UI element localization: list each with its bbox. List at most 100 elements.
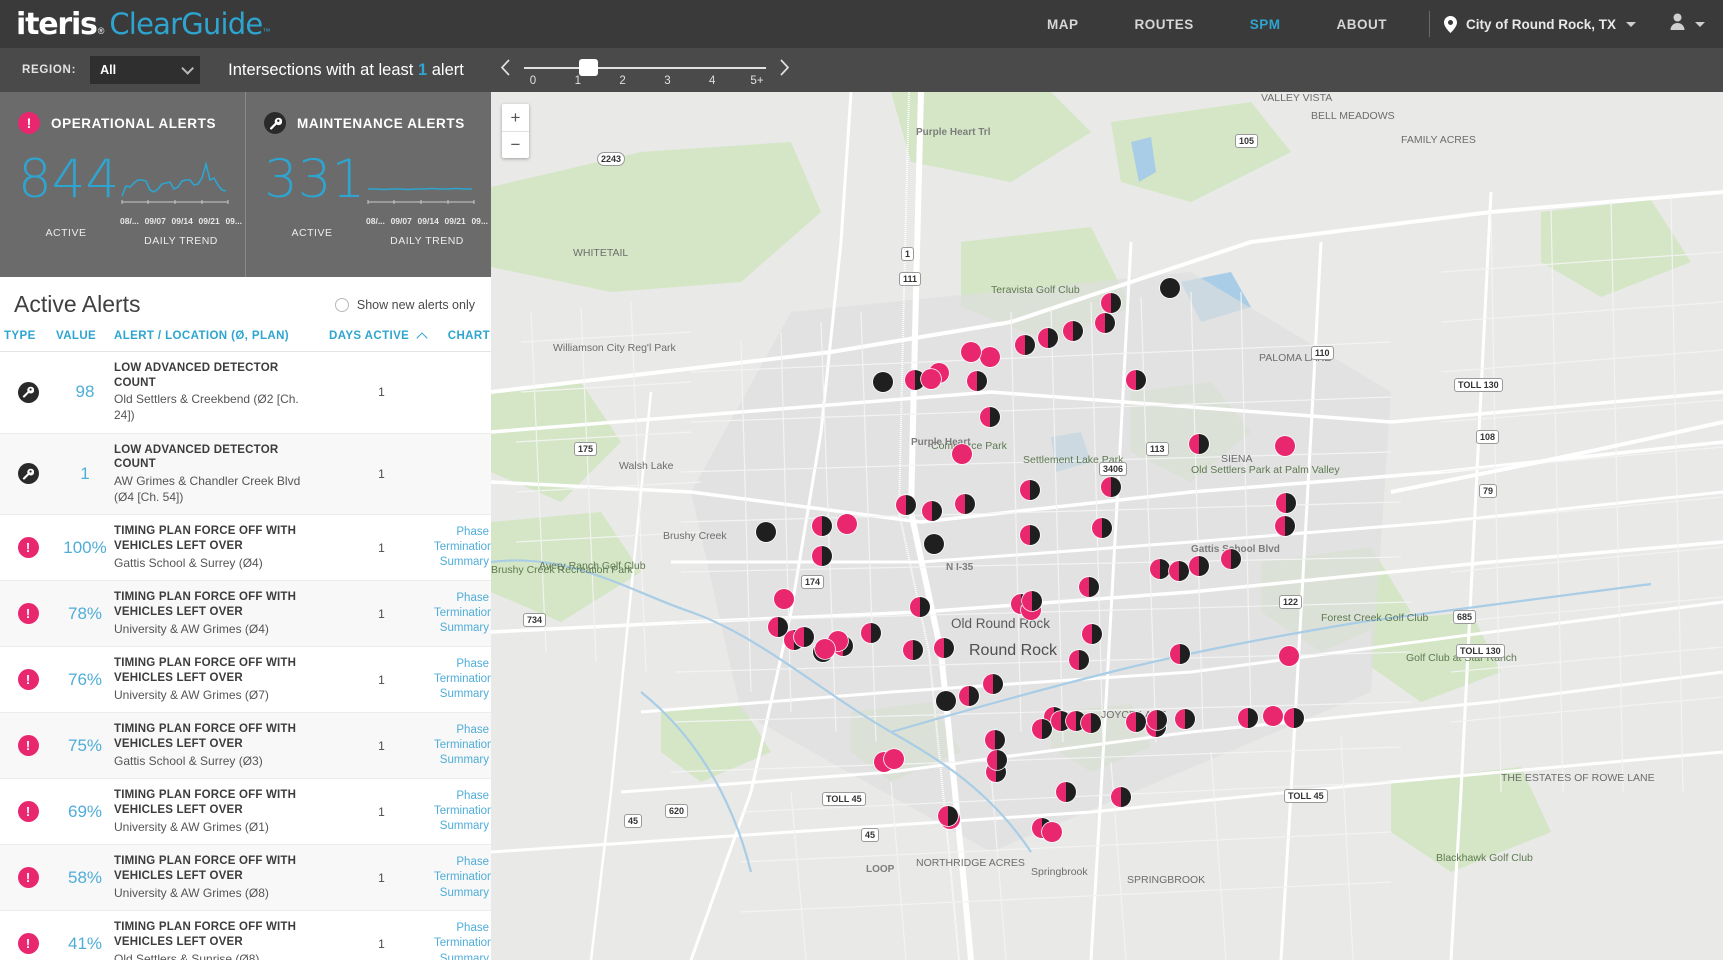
brand-logo[interactable]: iteris ® ClearGuide ™ bbox=[0, 7, 270, 42]
map-alert-marker-half[interactable] bbox=[902, 639, 924, 666]
map-alert-marker-pink[interactable] bbox=[836, 513, 858, 540]
slider-track[interactable]: 0 1 2 3 4 5+ bbox=[516, 48, 774, 92]
map-alert-marker-black[interactable] bbox=[935, 690, 957, 717]
map-alert-marker-half[interactable] bbox=[958, 685, 980, 712]
alert-chart-link[interactable]: Phase Termination Summary bbox=[434, 591, 491, 637]
map-alert-marker-half[interactable] bbox=[1237, 707, 1259, 734]
map-alert-marker-half[interactable] bbox=[1188, 555, 1210, 582]
show-new-alerts-toggle[interactable]: Show new alerts only bbox=[334, 297, 475, 312]
table-row[interactable]: ! 69% TIMING PLAN FORCE OFF WITH VEHICLES … bbox=[0, 779, 491, 846]
table-row[interactable]: ! 76% TIMING PLAN FORCE OFF WITH VEHICLES … bbox=[0, 647, 491, 714]
column-header-days-active[interactable]: DAYS ACTIVE bbox=[329, 330, 434, 344]
slider-tick-2[interactable]: 2 bbox=[611, 75, 635, 87]
map-alert-marker-half[interactable] bbox=[1014, 334, 1036, 361]
table-row[interactable]: 98 LOW ADVANCED DETECTOR COUNT Old Settler… bbox=[0, 352, 491, 434]
nav-link-spm[interactable]: SPM bbox=[1222, 17, 1309, 32]
alert-chart-link[interactable]: Phase Termination Summary bbox=[434, 723, 491, 769]
map-alert-marker-pink[interactable] bbox=[951, 443, 973, 470]
map-alert-marker-pink[interactable] bbox=[883, 748, 905, 775]
kpi-maintenance-alerts[interactable]: MAINTENANCE ALERTS 331 ACTIVE 08/... 09/… bbox=[245, 92, 491, 277]
map-alert-marker-half[interactable] bbox=[860, 622, 882, 649]
map-alert-marker-half[interactable] bbox=[982, 673, 1004, 700]
map-alert-marker-pink[interactable] bbox=[960, 341, 982, 368]
map-alert-marker-black[interactable] bbox=[755, 521, 777, 548]
nav-link-routes[interactable]: ROUTES bbox=[1106, 17, 1221, 32]
map-alert-marker-half[interactable] bbox=[1220, 548, 1242, 575]
alert-chart-link[interactable]: Phase Termination Summary bbox=[434, 921, 491, 960]
map-alert-marker-half[interactable] bbox=[1125, 369, 1147, 396]
map-alert-marker-half[interactable] bbox=[1019, 479, 1041, 506]
map-alert-marker-black[interactable] bbox=[1159, 277, 1181, 304]
map-alert-marker-half[interactable] bbox=[954, 493, 976, 520]
map-alert-marker-half[interactable] bbox=[1100, 476, 1122, 503]
map-alert-marker-half[interactable] bbox=[1091, 517, 1113, 544]
slider-tick-0[interactable]: 0 bbox=[521, 75, 545, 87]
map-alert-marker-half[interactable] bbox=[1081, 623, 1103, 650]
map-alert-marker-pink[interactable] bbox=[1041, 821, 1063, 848]
map-alert-marker-pink[interactable] bbox=[814, 638, 836, 665]
map-alert-marker-half[interactable] bbox=[1037, 327, 1059, 354]
map-alert-marker-half[interactable] bbox=[1146, 709, 1168, 736]
map-alert-marker-half[interactable] bbox=[979, 406, 1001, 433]
chevron-left-icon[interactable] bbox=[495, 58, 516, 82]
slider-thumb[interactable] bbox=[579, 59, 598, 76]
column-header-chart[interactable]: CHART bbox=[434, 330, 490, 342]
map-alert-marker-half[interactable] bbox=[1062, 320, 1084, 347]
radio-icon[interactable] bbox=[334, 297, 349, 312]
map-alert-marker-half[interactable] bbox=[933, 637, 955, 664]
map-alert-marker-black[interactable] bbox=[923, 533, 945, 560]
map-alert-marker-half[interactable] bbox=[1188, 433, 1210, 460]
alert-threshold-slider[interactable]: 0 1 2 3 4 5+ bbox=[495, 48, 795, 92]
slider-tick-4[interactable]: 4 bbox=[700, 75, 724, 87]
map-alert-marker-pink[interactable] bbox=[920, 368, 942, 395]
alert-chart-link[interactable]: Phase Termination Summary bbox=[434, 525, 491, 571]
table-row[interactable]: ! 75% TIMING PLAN FORCE OFF WITH VEHICLES … bbox=[0, 713, 491, 780]
chevron-right-icon[interactable] bbox=[774, 58, 795, 82]
zoom-out-button[interactable]: − bbox=[502, 131, 529, 158]
map-alert-marker-half[interactable] bbox=[1094, 312, 1116, 339]
map-alert-marker-half[interactable] bbox=[811, 515, 833, 542]
map-alert-marker-pink[interactable] bbox=[1262, 705, 1284, 732]
map-alert-marker-half[interactable] bbox=[1078, 576, 1100, 603]
alert-chart-link[interactable]: Phase Termination Summary bbox=[434, 789, 491, 835]
alert-chart-link[interactable]: Phase Termination Summary bbox=[434, 855, 491, 901]
column-header-alert-location[interactable]: ALERT / LOCATION (Ø, PLAN) bbox=[114, 330, 329, 342]
map-alert-marker-pink[interactable] bbox=[1278, 645, 1300, 672]
map-alert-marker-half[interactable] bbox=[937, 805, 959, 832]
map-alert-marker-half[interactable] bbox=[1274, 515, 1296, 542]
table-row[interactable]: 1 LOW ADVANCED DETECTOR COUNT AW Grimes & … bbox=[0, 433, 491, 516]
map-alert-marker-half[interactable] bbox=[1168, 560, 1190, 587]
map-alert-marker-half[interactable] bbox=[1019, 524, 1041, 551]
map-alert-marker-half[interactable] bbox=[1283, 707, 1305, 734]
location-selector[interactable]: City of Round Rock, TX bbox=[1444, 15, 1640, 33]
map-alert-marker-pink[interactable] bbox=[979, 346, 1001, 373]
map-alert-marker-black[interactable] bbox=[872, 371, 894, 398]
map-alert-marker-half[interactable] bbox=[1021, 590, 1043, 617]
alerts-map[interactable]: + − VALLEY VISTA BELL MEADOWS FAMILY ACRES… bbox=[491, 92, 1723, 960]
map-zoom-controls[interactable]: + − bbox=[502, 104, 529, 158]
slider-tick-3[interactable]: 3 bbox=[655, 75, 679, 87]
map-alert-marker-half[interactable] bbox=[1169, 643, 1191, 670]
map-alert-marker-half[interactable] bbox=[767, 616, 789, 643]
alert-chart-link[interactable]: Phase Termination Summary bbox=[434, 657, 491, 703]
slider-tick-5plus[interactable]: 5+ bbox=[745, 75, 769, 87]
table-row[interactable]: ! 58% TIMING PLAN FORCE OFF WITH VEHICLES … bbox=[0, 845, 491, 912]
nav-link-about[interactable]: ABOUT bbox=[1309, 17, 1416, 32]
user-menu[interactable] bbox=[1670, 13, 1705, 35]
map-alert-marker-half[interactable] bbox=[1080, 712, 1102, 739]
table-row[interactable]: ! 100% TIMING PLAN FORCE OFF WITH VEHICLES… bbox=[0, 515, 491, 582]
table-row[interactable]: ! 78% TIMING PLAN FORCE OFF WITH VEHICLES … bbox=[0, 581, 491, 648]
column-header-type[interactable]: TYPE bbox=[0, 330, 56, 342]
table-row[interactable]: ! 41% TIMING PLAN FORCE OFF WITH VEHICLES … bbox=[0, 911, 491, 960]
zoom-in-button[interactable]: + bbox=[502, 104, 529, 131]
map-alert-marker-pink[interactable] bbox=[1274, 435, 1296, 462]
map-alert-marker-half[interactable] bbox=[793, 626, 815, 653]
map-alert-marker-half[interactable] bbox=[966, 370, 988, 397]
map-alert-marker-half[interactable] bbox=[811, 545, 833, 572]
map-alert-marker-half[interactable] bbox=[921, 500, 943, 527]
map-alert-marker-half[interactable] bbox=[909, 596, 931, 623]
slider-tick-1[interactable]: 1 bbox=[566, 75, 590, 87]
map-alert-marker-half[interactable] bbox=[986, 749, 1008, 776]
map-alert-marker-half[interactable] bbox=[1068, 649, 1090, 676]
kpi-operational-alerts[interactable]: ! OPERATIONAL ALERTS 844 ACTIVE 08/... 0… bbox=[0, 92, 245, 277]
